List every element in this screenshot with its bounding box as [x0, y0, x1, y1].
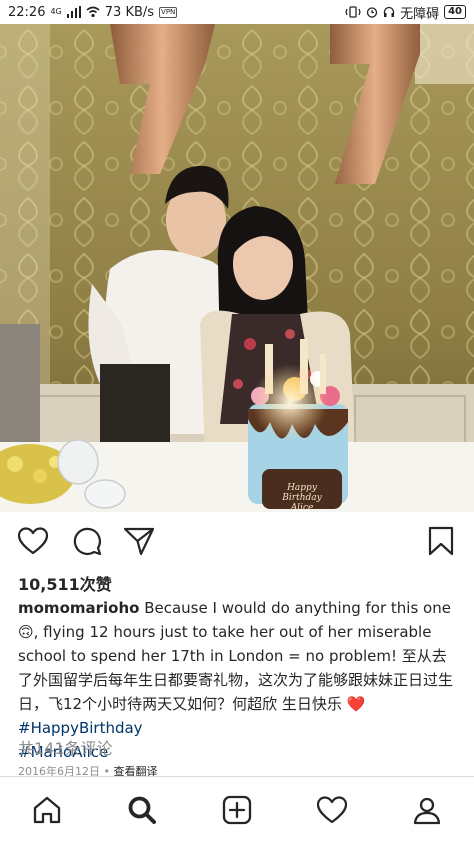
nav-search[interactable]	[118, 786, 166, 834]
likes-count[interactable]: 10,511次赞	[18, 571, 112, 595]
status-right: 无障碍 40	[345, 3, 466, 22]
nav-home[interactable]	[23, 786, 71, 834]
wifi-icon	[86, 6, 100, 18]
cake-text-1: Happy	[286, 483, 318, 493]
signal-icon	[66, 6, 81, 18]
battery-indicator: 40	[444, 5, 466, 19]
activity-heart-icon	[316, 795, 347, 823]
vpn-badge: VPN	[159, 6, 178, 18]
home-icon	[34, 796, 61, 823]
bookmark-icon	[428, 526, 454, 556]
add-icon	[222, 795, 252, 824]
search-icon	[128, 796, 157, 824]
share-button[interactable]	[122, 524, 156, 558]
nav-add-post[interactable]	[213, 786, 261, 834]
net-speed: 73 KB/s	[104, 4, 155, 20]
comment-button[interactable]	[70, 524, 104, 558]
post-actions	[0, 512, 474, 570]
vibrate-icon	[345, 6, 361, 18]
cake-text-2: Birthday	[281, 493, 322, 503]
like-button[interactable]	[16, 524, 50, 558]
cake-text-3: Alice	[290, 503, 314, 512]
heart-emoji: ❤️	[346, 695, 366, 713]
view-comments-link[interactable]: 共141条评论	[18, 735, 113, 759]
photo-illustration: Happy Birthday Alice	[0, 24, 474, 512]
nav-profile[interactable]	[403, 786, 451, 834]
accessibility-label: 无障碍	[400, 6, 440, 22]
bottom-navigation	[0, 776, 474, 842]
post-photo[interactable]: Happy Birthday Alice	[0, 24, 474, 512]
status-time: 22:26	[8, 4, 46, 20]
save-button[interactable]	[424, 524, 458, 558]
profile-icon	[413, 797, 440, 824]
nav-activity[interactable]	[308, 786, 356, 834]
status-left: 22:26 4G 73 KB/s VPN	[8, 4, 178, 20]
network-type: 4G	[50, 7, 62, 16]
status-bar: 22:26 4G 73 KB/s VPN 无障碍 40	[0, 0, 474, 24]
comment-icon	[73, 527, 102, 556]
headset-icon	[383, 6, 395, 17]
heart-icon	[18, 527, 48, 555]
caption-username[interactable]: momomarioho	[18, 599, 139, 617]
alarm-icon	[366, 7, 378, 18]
share-icon	[124, 527, 154, 555]
